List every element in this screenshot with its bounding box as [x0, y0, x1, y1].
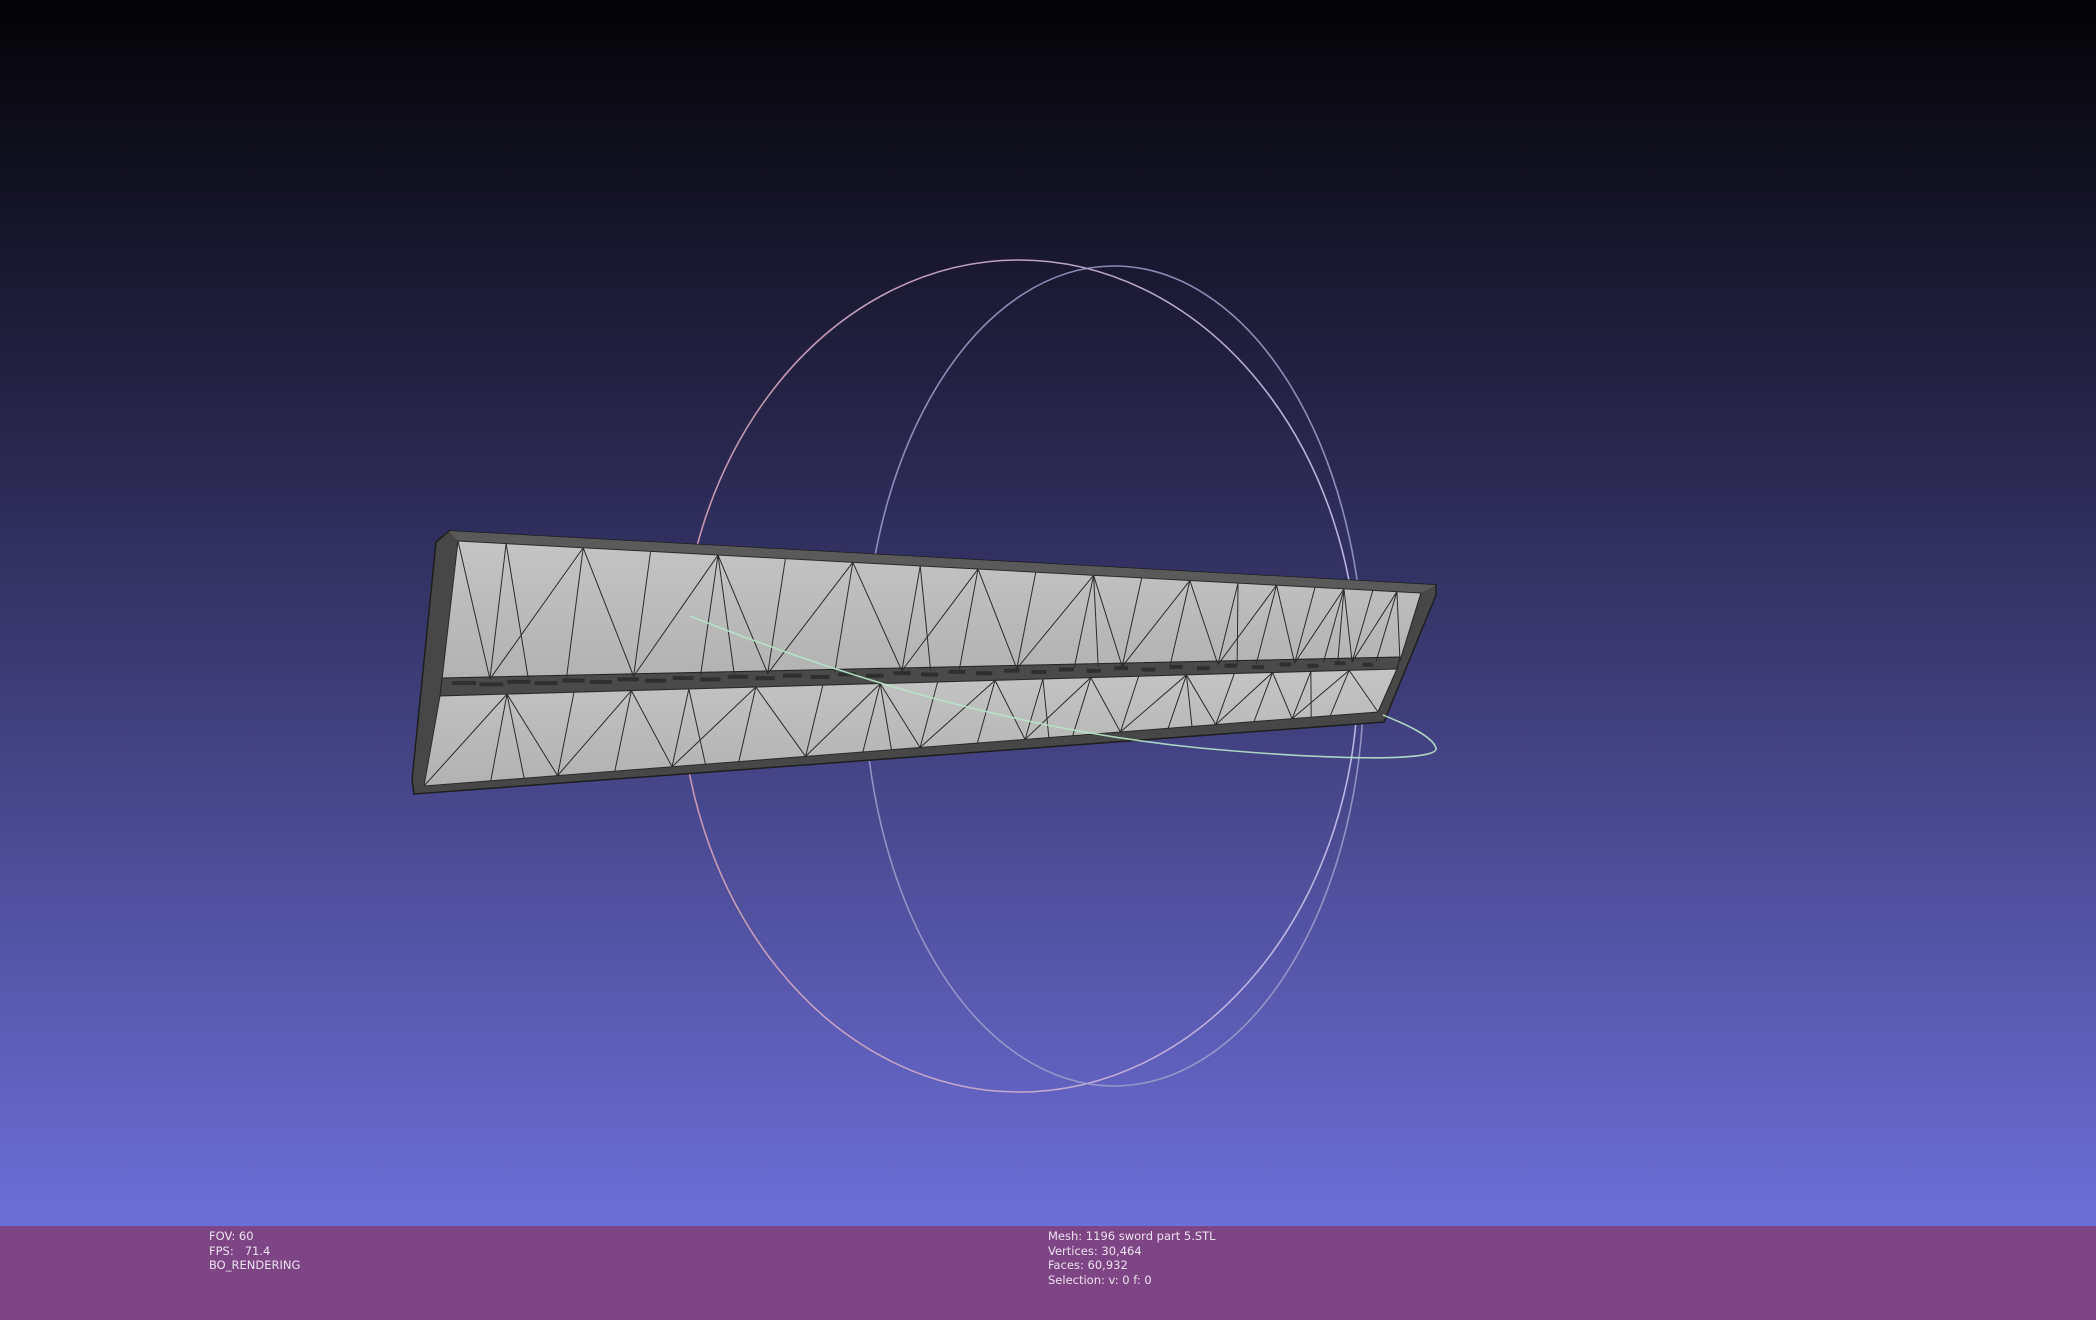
- groove-mark: [479, 682, 504, 687]
- groove-mark: [1307, 663, 1319, 668]
- 3d-viewport[interactable]: FOV: 60 FPS: 71.4 BO_RENDERING Mesh: 119…: [0, 0, 2096, 1320]
- faces-label: Faces: 60,932: [1048, 1258, 1128, 1273]
- groove-mark: [727, 674, 748, 679]
- groove-mark: [1334, 661, 1346, 666]
- groove-mark: [1252, 665, 1265, 670]
- groove-mark: [948, 669, 966, 674]
- groove-mark: [617, 677, 640, 682]
- groove-mark: [865, 673, 884, 678]
- fov-label: FOV: 60: [209, 1229, 254, 1243]
- groove-mark: [1279, 662, 1292, 667]
- groove-mark: [507, 679, 531, 684]
- groove-mark: [1141, 667, 1156, 672]
- groove-mark: [1003, 668, 1020, 673]
- status-info-bar: FOV: 60 FPS: 71.4 BO_RENDERING Mesh: 119…: [0, 1226, 2096, 1320]
- groove-mark: [700, 677, 721, 682]
- groove-mark: [645, 678, 667, 683]
- vertices-label: Vertices: 30,464: [1048, 1243, 1142, 1258]
- groove-mark: [1114, 666, 1129, 671]
- mesh-info: Mesh: 1196 sword part 5.STL Vertices: 30…: [1048, 1229, 1216, 1287]
- groove-mark: [1224, 663, 1237, 668]
- scene-canvas[interactable]: [0, 0, 2096, 1320]
- selection-label: Selection: v: 0 f: 0: [1048, 1272, 1152, 1287]
- groove-mark: [534, 681, 558, 686]
- mesh-name-label: Mesh: 1196 sword part 5.STL: [1048, 1229, 1216, 1243]
- groove-mark: [921, 672, 938, 677]
- groove-mark: [1362, 662, 1373, 667]
- fps-label: FPS: 71.4: [209, 1243, 271, 1258]
- groove-mark: [783, 673, 803, 678]
- groove-mark: [1169, 664, 1183, 669]
- groove-mark: [755, 676, 775, 681]
- groove-mark: [1058, 667, 1074, 672]
- groove-mark: [1196, 666, 1210, 671]
- render-info: FOV: 60 FPS: 71.4 BO_RENDERING: [209, 1229, 300, 1273]
- groove-mark: [893, 671, 911, 676]
- groove-mark: [452, 681, 476, 685]
- groove-mark: [562, 678, 585, 683]
- render-mode-label: BO_RENDERING: [209, 1258, 301, 1273]
- groove-mark: [1031, 670, 1047, 675]
- groove-mark: [589, 679, 612, 684]
- groove-mark: [976, 671, 993, 676]
- groove-mark: [810, 674, 830, 679]
- groove-mark: [1086, 668, 1102, 673]
- groove-mark: [672, 676, 694, 681]
